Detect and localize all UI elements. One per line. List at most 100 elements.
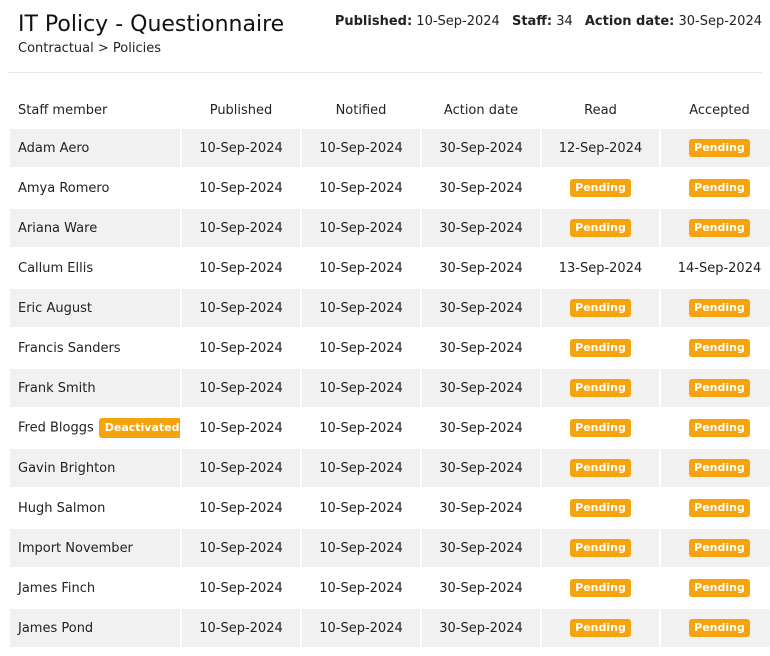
notified-date-cell: 10-Sep-2024 xyxy=(302,289,420,327)
action-date-cell: 30-Sep-2024 xyxy=(439,420,523,436)
action-date-cell: 30-Sep-2024 xyxy=(422,289,540,327)
staff-member-name[interactable]: Amya Romero xyxy=(18,181,109,196)
notified-date-cell: 10-Sep-2024 xyxy=(302,529,420,567)
page-title: IT Policy - Questionnaire xyxy=(18,12,285,37)
pending-badge: Pending xyxy=(689,499,750,517)
staff-member-cell: Frank Smith xyxy=(10,369,180,407)
published-date-cell: 10-Sep-2024 xyxy=(182,609,300,647)
pending-badge: Pending xyxy=(570,619,631,637)
table-row[interactable]: Adam Aero 10-Sep-2024 10-Sep-2024 30-Sep-20… xyxy=(10,129,770,167)
pending-badge: Pending xyxy=(689,579,750,597)
accepted-status-cell: Pending xyxy=(661,489,770,527)
pending-badge: Pending xyxy=(570,179,631,197)
staff-member-cell: Callum Ellis xyxy=(10,249,180,287)
pending-badge: Pending xyxy=(570,419,631,437)
action-date-cell: 30-Sep-2024 xyxy=(439,260,523,276)
staff-member-name[interactable]: Import November xyxy=(18,541,133,556)
notified-date-cell: 10-Sep-2024 xyxy=(319,260,403,276)
action-date-cell: 30-Sep-2024 xyxy=(422,449,540,487)
pending-badge: Pending xyxy=(570,459,631,477)
staff-member-name[interactable]: Callum Ellis xyxy=(18,261,93,276)
action-date-cell: 30-Sep-2024 xyxy=(439,500,523,516)
published-date-cell: 10-Sep-2024 xyxy=(182,289,300,327)
read-status-cell: Pending xyxy=(542,609,659,647)
action-date-cell: 30-Sep-2024 xyxy=(439,180,523,196)
table-row[interactable]: Eric August 10-Sep-2024 10-Sep-2024 30-Sep-… xyxy=(10,289,770,327)
accepted-status-cell: Pending xyxy=(661,409,770,447)
breadcrumb: Contractual > Policies xyxy=(18,41,161,56)
table-row[interactable]: James Pond 10-Sep-2024 10-Sep-2024 30-Sep-2… xyxy=(10,609,770,647)
published-date-cell: 10-Sep-2024 xyxy=(199,340,283,356)
staff-label: Staff: xyxy=(511,14,553,29)
pending-badge: Pending xyxy=(689,139,750,157)
read-status-cell: Pending xyxy=(542,289,659,327)
table-row[interactable]: Ariana Ware 10-Sep-2024 10-Sep-2024 30-Sep-… xyxy=(10,209,770,247)
policy-summary: Published: 10-Sep-2024 Staff: 34 Action … xyxy=(335,13,762,31)
column-header-staff-member[interactable]: Staff member xyxy=(10,93,180,127)
pending-badge: Pending xyxy=(689,179,750,197)
pending-badge: Pending xyxy=(689,379,750,397)
table-row[interactable]: Fred Bloggs Deactivated 10-Sep-2024 10-Sep-… xyxy=(10,409,770,447)
notified-date-cell: 10-Sep-2024 xyxy=(319,500,403,516)
accepted-status-cell: Pending xyxy=(661,329,770,367)
table-row[interactable]: Frank Smith 10-Sep-2024 10-Sep-2024 30-Sep-… xyxy=(10,369,770,407)
staff-table-body: Adam Aero 10-Sep-2024 10-Sep-2024 30-Sep-20… xyxy=(10,129,770,647)
pending-badge: Pending xyxy=(570,219,631,237)
staff-member-cell: James Pond xyxy=(10,609,180,647)
read-status-cell: Pending xyxy=(542,449,659,487)
notified-date-cell: 10-Sep-2024 xyxy=(319,420,403,436)
pending-badge: Pending xyxy=(689,619,750,637)
column-header-published[interactable]: Published xyxy=(182,93,300,127)
read-status-cell: Pending xyxy=(542,209,659,247)
staff-member-name[interactable]: Francis Sanders xyxy=(18,341,121,356)
read-status-cell: Pending xyxy=(542,529,659,567)
staff-member-cell: Amya Romero xyxy=(10,169,180,207)
accepted-status-cell: Pending xyxy=(661,569,770,607)
column-header-read[interactable]: Read xyxy=(542,93,659,127)
staff-member-cell: Eric August xyxy=(10,289,180,327)
accepted-status-cell: Pending xyxy=(661,449,770,487)
published-date-cell: 10-Sep-2024 xyxy=(182,449,300,487)
published-date-cell: 10-Sep-2024 xyxy=(199,260,283,276)
staff-member-cell: Ariana Ware xyxy=(10,209,180,247)
staff-member-cell: Gavin Brighton xyxy=(10,449,180,487)
pending-badge: Pending xyxy=(689,339,750,357)
column-header-notified[interactable]: Notified xyxy=(302,93,420,127)
pending-badge: Pending xyxy=(570,339,631,357)
notified-date-cell: 10-Sep-2024 xyxy=(302,449,420,487)
action-date-cell: 30-Sep-2024 xyxy=(439,340,523,356)
action-date-cell: 30-Sep-2024 xyxy=(422,369,540,407)
staff-member-name[interactable]: Gavin Brighton xyxy=(18,461,115,476)
notified-date-cell: 10-Sep-2024 xyxy=(302,609,420,647)
table-row[interactable]: Import November 10-Sep-2024 10-Sep-2024 30-… xyxy=(10,529,770,567)
pending-badge: Pending xyxy=(570,539,631,557)
staff-member-name[interactable]: Frank Smith xyxy=(18,381,96,396)
table-row[interactable]: Amya Romero 10-Sep-2024 10-Sep-2024 30-Sep-… xyxy=(10,169,770,207)
staff-member-name[interactable]: James Pond xyxy=(18,621,93,636)
accepted-status-cell: Pending xyxy=(661,209,770,247)
staff-member-name[interactable]: Eric August xyxy=(18,301,92,316)
staff-member-name[interactable]: Hugh Salmon xyxy=(18,501,105,516)
table-row[interactable]: Gavin Brighton 10-Sep-2024 10-Sep-2024 30-S… xyxy=(10,449,770,487)
accepted-status-cell: Pending xyxy=(661,529,770,567)
staff-member-cell: Import November xyxy=(10,529,180,567)
column-header-action-date[interactable]: Action date xyxy=(422,93,540,127)
notified-date-cell: 10-Sep-2024 xyxy=(319,580,403,596)
read-status-cell: 13-Sep-2024 xyxy=(542,249,659,287)
notified-date-cell: 10-Sep-2024 xyxy=(319,340,403,356)
table-row[interactable]: Callum Ellis 10-Sep-2024 10-Sep-2024 30-Sep… xyxy=(10,249,770,287)
table-row[interactable]: James Finch 10-Sep-2024 10-Sep-2024 30-Sep-… xyxy=(10,569,770,607)
staff-member-name[interactable]: Fred Bloggs xyxy=(18,421,94,436)
column-header-accepted[interactable]: Accepted xyxy=(661,93,770,127)
published-date-cell: 10-Sep-2024 xyxy=(182,209,300,247)
read-status-cell: Pending xyxy=(542,329,659,367)
published-date-cell: 10-Sep-2024 xyxy=(182,369,300,407)
table-row[interactable]: Hugh Salmon 10-Sep-2024 10-Sep-2024 30-Sep-… xyxy=(10,489,770,527)
accepted-status-cell: Pending xyxy=(661,609,770,647)
table-row[interactable]: Francis Sanders 10-Sep-2024 10-Sep-2024 30-… xyxy=(10,329,770,367)
staff-member-name[interactable]: Ariana Ware xyxy=(18,221,97,236)
staff-member-name[interactable]: Adam Aero xyxy=(18,141,89,156)
accepted-status-cell: Pending xyxy=(661,369,770,407)
read-status-cell: 12-Sep-2024 xyxy=(542,129,659,167)
staff-member-name[interactable]: James Finch xyxy=(18,581,95,596)
